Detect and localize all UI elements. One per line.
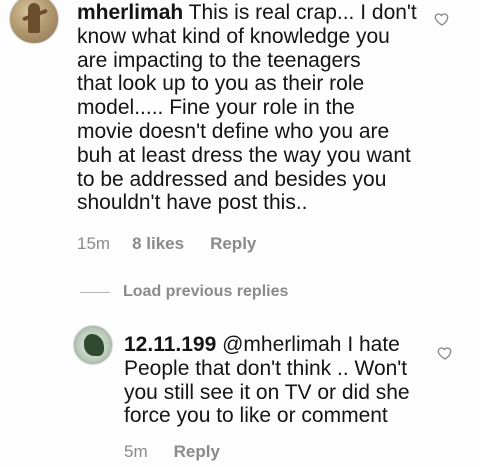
reply-mention[interactable]: @mherlimah [222,333,341,356]
load-previous-label: Load previous replies [123,283,289,300]
heart-icon[interactable] [437,345,453,361]
comment-line-2: know what kind of knowledge you [77,24,390,48]
heart-icon[interactable] [434,11,450,27]
comment-line-7: buh at least dress the way you want [77,143,411,167]
reply-time: 5m [124,442,148,461]
comment-line-3: are impacting to the teenagers [77,48,361,72]
load-previous-replies[interactable]: Load previous replies [80,283,288,301]
replier-avatar[interactable] [73,325,113,365]
reply-reply-button[interactable]: Reply [174,442,220,461]
comment-meta: 15m 8 likes Reply [77,234,256,254]
comment-line-9: shouldn't have post this.. [77,191,308,215]
reply-line-4: force you to like or comment [124,404,388,428]
comment-line-8: to be addressed and besides you [77,167,387,191]
comment-username[interactable]: mherlimah [77,1,183,24]
comment-text-segment: This is real crap... I don't [188,1,417,24]
comment-body: mherlimah This is real crap... I don't k… [77,1,449,215]
reply-username[interactable]: 12.11.199 [124,333,216,356]
comment-reply-button[interactable]: Reply [210,234,256,253]
reply-meta: 5m Reply [124,442,220,462]
comment-line-4: that look up to you as their role [77,72,365,96]
reply-text-segment: I hate [347,333,400,356]
comment-line-6: movie doesn't define who you are [77,119,390,143]
reply-line-3: you still see it on TV or did she [124,380,410,404]
avatar-figure [84,334,104,356]
divider-line [80,291,110,293]
comment-likes[interactable]: 8 likes [132,234,184,253]
reply-line-2: People that don't think .. Won't [124,356,408,380]
comment-line-1: mherlimah This is real crap... I don't [77,1,449,25]
comment-line-5: model..... Fine your role in the [77,96,355,120]
comment-time: 15m [77,234,111,253]
commenter-avatar[interactable] [9,0,59,44]
reply-body: 12.11.199 @mherlimah I hate People that … [124,333,424,428]
reply-line-1: 12.11.199 @mherlimah I hate [124,333,424,357]
comments-screen: mherlimah This is real crap... I don't k… [0,0,480,467]
